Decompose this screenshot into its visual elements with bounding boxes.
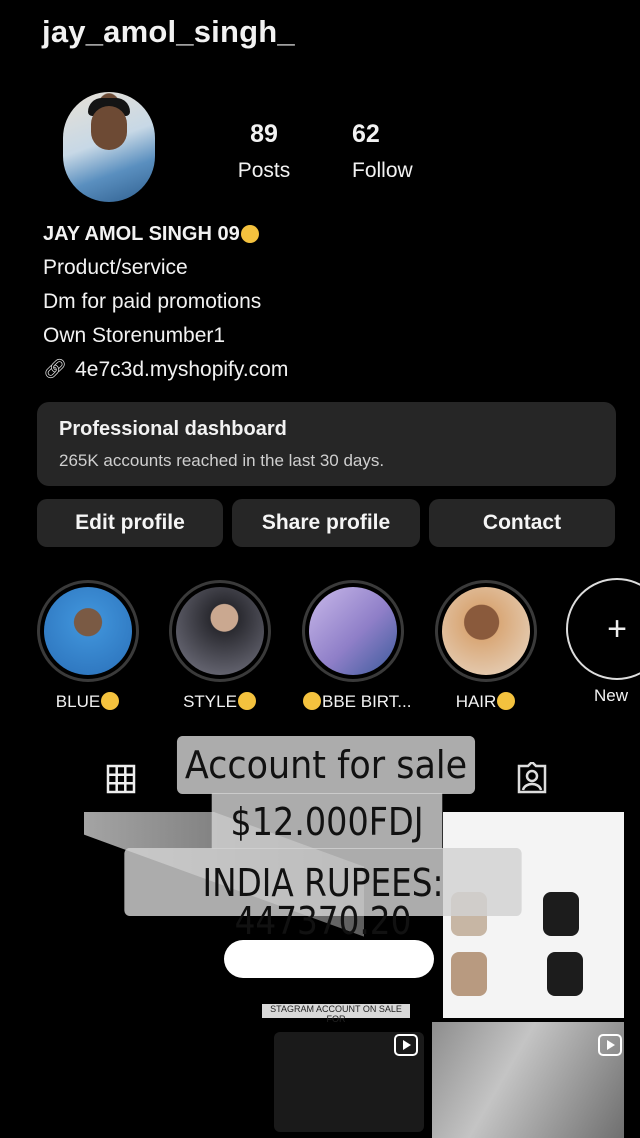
bio-line-2: Own Storenumber1 bbox=[43, 324, 226, 347]
professional-dashboard[interactable]: Professional dashboard 265K accounts rea… bbox=[37, 402, 616, 486]
dashboard-title: Professional dashboard bbox=[59, 418, 287, 440]
username[interactable]: jay_amol_singh_ bbox=[42, 14, 295, 50]
emoji-icon bbox=[303, 692, 321, 710]
highlight-ring bbox=[302, 580, 404, 682]
reel-icon bbox=[394, 1034, 418, 1056]
followers-label: Follow bbox=[352, 159, 413, 182]
emoji-icon bbox=[497, 692, 516, 710]
highlight-image bbox=[176, 587, 264, 675]
highlight-label: New bbox=[594, 686, 629, 705]
website-text: 4e7c3d.myshopify.com bbox=[75, 358, 289, 381]
highlight-new[interactable]: + New bbox=[566, 578, 640, 706]
product-image bbox=[543, 892, 579, 936]
plus-icon: + bbox=[566, 578, 640, 680]
highlight-label: HAIR bbox=[435, 692, 537, 712]
highlight-ring bbox=[37, 580, 139, 682]
highlight-birthday[interactable]: BBE BIRT... bbox=[302, 580, 411, 712]
highlight-blue[interactable]: BLUE bbox=[37, 580, 139, 712]
emoji-icon bbox=[101, 692, 120, 710]
post-thumbnail[interactable] bbox=[432, 1022, 624, 1138]
highlight-ring bbox=[435, 580, 537, 682]
contact-button[interactable]: Contact bbox=[429, 499, 615, 547]
highlight-label: STYLE bbox=[169, 692, 271, 712]
link-icon: 🔗︎ bbox=[43, 359, 68, 380]
highlight-label: BLUE bbox=[37, 692, 139, 712]
product-image bbox=[547, 952, 583, 996]
highlight-label: BBE BIRT... bbox=[302, 692, 411, 712]
highlight-ring bbox=[169, 580, 271, 682]
avatar[interactable] bbox=[63, 92, 155, 202]
followers-stat[interactable]: 62 Follow bbox=[352, 120, 432, 183]
sale-overlay-line-1: Account for sale bbox=[176, 736, 476, 794]
followers-count: 62 bbox=[352, 120, 380, 148]
share-profile-button[interactable]: Share profile bbox=[232, 499, 420, 547]
product-image bbox=[451, 952, 487, 996]
grid-icon[interactable] bbox=[106, 764, 136, 794]
highlight-hair[interactable]: HAIR bbox=[435, 580, 537, 712]
sale-overlay-line-2: $12.000FDJ bbox=[211, 793, 443, 849]
tagged-icon[interactable] bbox=[515, 762, 549, 796]
highlight-image bbox=[44, 587, 132, 675]
reel-icon bbox=[598, 1034, 622, 1056]
posts-label: Posts bbox=[237, 159, 291, 182]
bio-line-1: Dm for paid promotions bbox=[43, 290, 262, 313]
avatar-face bbox=[91, 106, 127, 150]
emoji-icon bbox=[237, 692, 256, 710]
posts-stat[interactable]: 89 Posts bbox=[228, 120, 300, 183]
highlight-image bbox=[309, 587, 397, 675]
display-name: JAY AMOL SINGH 09 bbox=[43, 217, 288, 251]
edit-profile-button[interactable]: Edit profile bbox=[37, 499, 223, 547]
sale-overlay-line-3: INDIA RUPEES: 447370.20 bbox=[124, 848, 522, 940]
highlight-style[interactable]: STYLE bbox=[169, 580, 271, 712]
website-link[interactable]: 🔗︎ 4e7c3d.myshopify.com bbox=[43, 353, 288, 387]
bio: JAY AMOL SINGH 09 Product/service Dm for… bbox=[43, 217, 288, 387]
highlight-image bbox=[442, 587, 530, 675]
redacted-area bbox=[224, 940, 434, 978]
posts-count: 89 bbox=[250, 120, 278, 148]
dashboard-subtitle: 265K accounts reached in the last 30 day… bbox=[59, 451, 385, 470]
emoji-icon bbox=[240, 225, 259, 243]
category: Product/service bbox=[43, 256, 188, 279]
thumbnail-caption: STAGRAM ACCOUNT ON SALE FOR bbox=[262, 1004, 410, 1024]
